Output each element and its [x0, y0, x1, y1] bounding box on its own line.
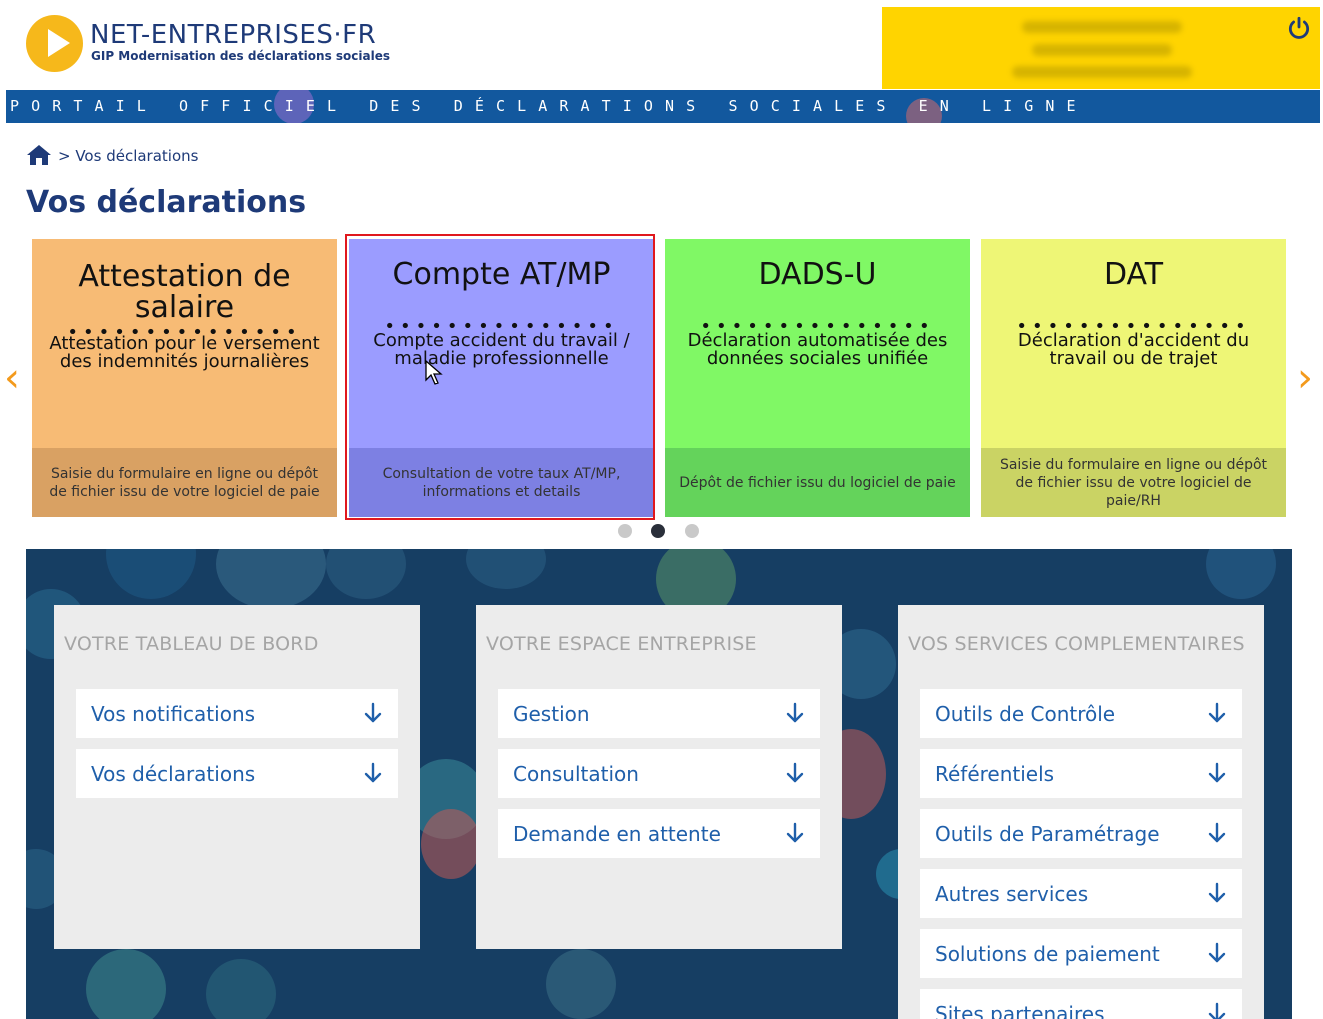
- selection-highlight: [345, 234, 655, 520]
- background-bubble: [326, 549, 406, 599]
- card-title: DAT: [1103, 257, 1164, 292]
- user-info-box: [882, 7, 1320, 89]
- arrow-down-icon: [786, 702, 804, 723]
- card-dat[interactable]: DAT ••••••••••••••• Déclaration d'accide…: [981, 239, 1286, 517]
- user-id-blurred: [1032, 44, 1172, 56]
- panel-title: VOTRE TABLEAU DE BORD: [64, 633, 319, 655]
- banner-text: PORTAIL OFFICIEL DES DÉCLARATIONS SOCIAL…: [10, 97, 1088, 115]
- background-bubble: [216, 549, 326, 609]
- panel-title: VOS SERVICES COMPLEMENTAIRES: [908, 633, 1245, 655]
- arrow-down-icon: [364, 762, 382, 783]
- arrow-down-icon: [786, 762, 804, 783]
- user-company-blurred: [1012, 66, 1192, 78]
- menu-item-vos-declarations[interactable]: Vos déclarations: [76, 749, 398, 798]
- menu-item-label: Consultation: [513, 762, 639, 786]
- background-bubble: [546, 949, 616, 1019]
- menu-item-vos-notifications[interactable]: Vos notifications: [76, 689, 398, 738]
- background-bubble: [466, 549, 546, 589]
- menu-item-label: Demande en attente: [513, 822, 721, 846]
- menu-item-outils-de-parametrage[interactable]: Outils de Paramétrage: [920, 809, 1242, 858]
- menu-item-autres-services[interactable]: Autres services: [920, 869, 1242, 918]
- arrow-down-icon: [1208, 702, 1226, 723]
- background-bubble: [106, 549, 196, 599]
- panel-tableau-de-bord: VOTRE TABLEAU DE BORD Vos notifications …: [54, 605, 420, 949]
- carousel-page-dot-active[interactable]: [651, 524, 665, 538]
- card-footer: Saisie du formulaire en ligne ou dépôt d…: [32, 448, 337, 517]
- background-bubble: [206, 959, 276, 1019]
- site-name[interactable]: NET-ENTREPRISES·FR: [90, 20, 376, 50]
- logo-icon[interactable]: [26, 15, 83, 72]
- background-bubble: [1206, 549, 1276, 599]
- carousel-prev-button[interactable]: ‹: [4, 355, 20, 401]
- menu-item-demande-en-attente[interactable]: Demande en attente: [498, 809, 820, 858]
- user-name-blurred: [1022, 21, 1182, 33]
- menu-item-label: Gestion: [513, 702, 590, 726]
- panel-title: VOTRE ESPACE ENTREPRISE: [486, 633, 757, 655]
- arrow-down-icon: [1208, 882, 1226, 903]
- breadcrumb[interactable]: > Vos déclarations: [58, 147, 198, 165]
- menu-item-sites-partenaires[interactable]: Sites partenaires: [920, 989, 1242, 1019]
- card-description: Déclaration automatisée des données soci…: [687, 330, 948, 369]
- services-section: VOTRE TABLEAU DE BORD Vos notifications …: [26, 549, 1292, 1019]
- menu-item-label: Outils de Contrôle: [935, 702, 1116, 726]
- arrow-down-icon: [1208, 942, 1226, 963]
- card-title: DADS-U: [758, 257, 877, 292]
- background-bubble: [421, 809, 481, 879]
- menu-item-gestion[interactable]: Gestion: [498, 689, 820, 738]
- carousel-next-button[interactable]: ›: [1297, 355, 1313, 401]
- menu-item-label: Vos notifications: [91, 702, 256, 726]
- background-bubble: [86, 949, 166, 1019]
- menu-item-consultation[interactable]: Consultation: [498, 749, 820, 798]
- menu-item-label: Référentiels: [935, 762, 1055, 786]
- arrow-down-icon: [1208, 822, 1226, 843]
- menu-item-solutions-de-paiement[interactable]: Solutions de paiement: [920, 929, 1242, 978]
- arrow-down-icon: [364, 702, 382, 723]
- home-icon[interactable]: [26, 143, 52, 167]
- card-footer: Dépôt de fichier issu du logiciel de pai…: [665, 448, 970, 517]
- card-footer: Saisie du formulaire en ligne ou dépôt d…: [981, 448, 1286, 517]
- carousel-page-dot[interactable]: [618, 524, 632, 538]
- menu-item-label: Solutions de paiement: [935, 942, 1160, 966]
- menu-item-label: Outils de Paramétrage: [935, 822, 1160, 846]
- carousel-page-dot[interactable]: [685, 524, 699, 538]
- mouse-cursor-icon: [425, 360, 443, 385]
- page-title: Vos déclarations: [26, 185, 307, 220]
- menu-item-outils-de-controle[interactable]: Outils de Contrôle: [920, 689, 1242, 738]
- arrow-down-icon: [1208, 1002, 1226, 1019]
- menu-item-referentiels[interactable]: Référentiels: [920, 749, 1242, 798]
- card-title: Attestation de salaire: [78, 259, 291, 325]
- banner: PORTAIL OFFICIEL DES DÉCLARATIONS SOCIAL…: [6, 90, 1320, 123]
- menu-item-label: Autres services: [935, 882, 1089, 906]
- arrow-down-icon: [786, 822, 804, 843]
- card-dads-u[interactable]: DADS-U ••••••••••••••• Déclaration autom…: [665, 239, 970, 517]
- card-description: Attestation pour le versement des indemn…: [49, 333, 320, 372]
- card-attestation-salaire[interactable]: Attestation de salaire ••••••••••••••• A…: [32, 239, 337, 517]
- power-icon[interactable]: [1286, 15, 1312, 41]
- panel-services-complementaires: VOS SERVICES COMPLEMENTAIRES Outils de C…: [898, 605, 1264, 1019]
- menu-item-label: Sites partenaires: [935, 1002, 1105, 1019]
- arrow-down-icon: [1208, 762, 1226, 783]
- menu-item-label: Vos déclarations: [91, 762, 256, 786]
- site-subtitle: GIP Modernisation des déclarations socia…: [91, 49, 391, 63]
- card-description: Déclaration d'accident du travail ou de …: [1017, 330, 1250, 369]
- panel-espace-entreprise: VOTRE ESPACE ENTREPRISE Gestion Consulta…: [476, 605, 842, 949]
